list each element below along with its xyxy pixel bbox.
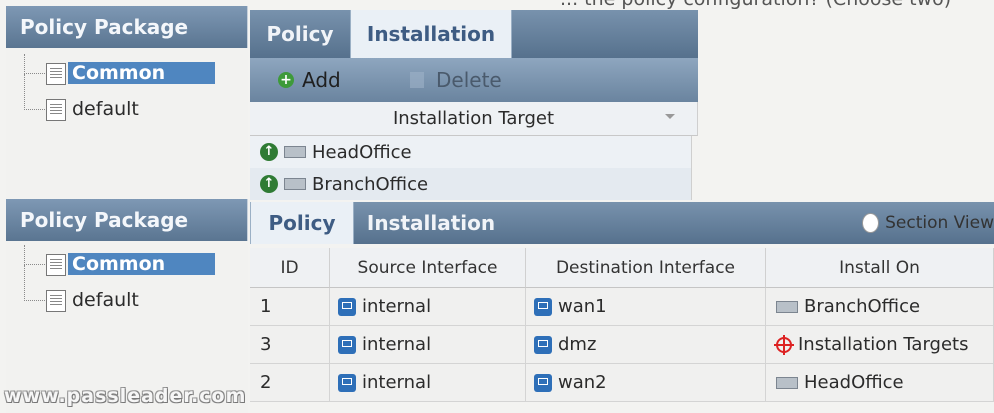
column-label: Installation Target (392, 108, 555, 129)
tab-policy[interactable]: Policy (250, 10, 350, 58)
section-view-label: Section View (885, 213, 994, 233)
interface-icon (534, 297, 552, 316)
policy-package-header: Policy Package (6, 199, 248, 241)
installation-toolbar: + Add Delete (250, 58, 698, 102)
device-icon (284, 178, 306, 190)
target-row-branchoffice[interactable]: ↑ BranchOffice (250, 168, 692, 200)
add-icon: + (278, 72, 294, 88)
cell-destination-interface: dmz (526, 326, 766, 363)
tree-item-label: default (72, 98, 139, 120)
radio-button-icon[interactable] (862, 213, 880, 233)
document-icon (46, 254, 66, 276)
column-header-source-interface[interactable]: Source Interface (330, 248, 526, 288)
up-arrow-icon: ↑ (260, 143, 278, 161)
cell-install-on: HeadOffice (766, 364, 994, 401)
cell-install-on: BranchOffice (766, 288, 994, 325)
interface-icon (338, 373, 356, 392)
interface-icon (534, 373, 552, 392)
document-icon (46, 290, 66, 312)
interface-icon (338, 297, 356, 316)
add-label: Add (302, 68, 341, 92)
policy-package-title: Policy Package (20, 208, 189, 232)
interface-icon (338, 335, 356, 354)
target-label: BranchOffice (312, 173, 429, 195)
device-icon (776, 376, 798, 389)
device-icon (284, 146, 306, 158)
cell-id: 3 (250, 326, 330, 363)
policy-package-title: Policy Package (20, 15, 189, 39)
delete-button[interactable]: Delete (410, 58, 502, 102)
interface-icon (534, 335, 552, 354)
tab-installation[interactable]: Installation (352, 202, 510, 244)
table-row[interactable]: 2 internal wan2 HeadOffice (250, 364, 994, 402)
installation-target-column-header[interactable]: Installation Target (250, 102, 698, 136)
tree-item-default[interactable]: default (6, 265, 248, 313)
policy-package-header: Policy Package (6, 6, 248, 48)
sort-arrow-icon[interactable] (665, 114, 675, 119)
cell-source-interface: internal (330, 364, 526, 401)
column-header-id[interactable]: ID (250, 248, 330, 288)
device-icon (776, 300, 798, 313)
tree-item-default[interactable]: default (6, 74, 248, 122)
section-view-toggle[interactable]: Section View (862, 202, 994, 244)
cell-source-interface: internal (330, 326, 526, 363)
document-icon (46, 63, 66, 85)
tree-item-label: default (72, 289, 139, 311)
cell-id: 2 (250, 364, 330, 401)
watermark: www.passleader.com (4, 385, 247, 407)
delete-label: Delete (436, 68, 502, 92)
cell-install-on: Installation Targets (766, 326, 994, 363)
top-tabbar: Policy Installation (250, 10, 698, 58)
cell-destination-interface: wan1 (526, 288, 766, 325)
tab-policy[interactable]: Policy (250, 202, 354, 244)
column-header-install-on[interactable]: Install On (766, 248, 994, 288)
crosshair-icon (774, 334, 794, 355)
column-header-destination-interface[interactable]: Destination Interface (526, 248, 766, 288)
delete-icon (410, 72, 424, 88)
tree-item-label: Common (68, 253, 216, 275)
cell-id: 1 (250, 288, 330, 325)
target-row-headoffice[interactable]: ↑ HeadOffice (250, 136, 692, 168)
tab-installation[interactable]: Installation (350, 10, 512, 58)
document-icon (46, 99, 66, 121)
bottom-tabbar: Policy Installation Section View (250, 202, 994, 244)
policy-table-header: ID Source Interface Destination Interfac… (250, 248, 994, 288)
table-row[interactable]: 1 internal wan1 BranchOffice (250, 288, 994, 326)
target-label: HeadOffice (312, 141, 412, 163)
policy-package-tree: Common default (6, 48, 248, 198)
cell-source-interface: internal (330, 288, 526, 325)
cell-destination-interface: wan2 (526, 364, 766, 401)
up-arrow-icon: ↑ (260, 175, 278, 193)
tree-item-label: Common (68, 62, 216, 84)
table-row[interactable]: 3 internal dmz Installation Targets (250, 326, 994, 364)
add-button[interactable]: + Add (278, 58, 341, 102)
